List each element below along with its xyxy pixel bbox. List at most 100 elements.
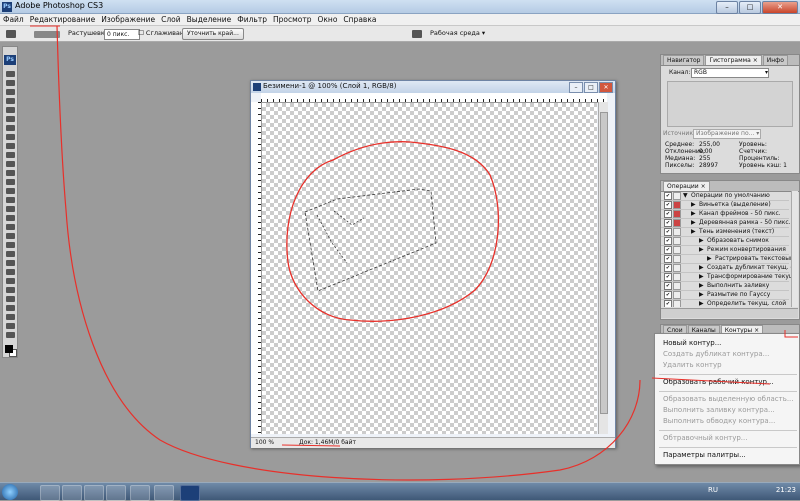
zoom-field[interactable]: 100 % [255,439,274,446]
histogram-panel-tabs[interactable]: Навигатор Гистограмма × Инфо [661,55,799,66]
dialog-toggle-icon[interactable] [673,264,681,272]
dialog-toggle-icon[interactable] [673,291,681,299]
expand-triangle-icon[interactable]: ▶ [691,209,696,218]
action-enabled-checkbox[interactable]: ✔ [664,300,672,307]
tool-icon[interactable] [6,161,15,167]
canvas[interactable] [262,103,597,434]
tool-icon[interactable] [6,287,15,293]
tool-icon[interactable] [6,206,15,212]
channel-select[interactable]: RGB ▾ [691,68,769,78]
expand-triangle-icon[interactable]: ▼ [683,191,688,200]
tool-icon[interactable] [6,251,15,257]
action-enabled-checkbox[interactable]: ✔ [664,201,672,209]
lasso-tool-preset-icon[interactable] [6,30,16,38]
tool-icon[interactable] [6,98,15,104]
menu-item-7[interactable]: Просмотр [270,15,315,24]
tool-icon[interactable] [6,143,15,149]
app-taskbar-icon[interactable] [106,485,126,501]
selection-mode-icons[interactable] [34,31,60,38]
tool-icon[interactable] [6,314,15,320]
dialog-toggle-icon[interactable] [673,300,681,307]
action-row[interactable]: ✔ ▶ Определить текущ. слой [661,299,789,307]
tool-icon[interactable] [6,125,15,131]
tool-icon[interactable] [6,89,15,95]
dialog-toggle-icon[interactable] [673,273,681,281]
dialog-toggle-icon[interactable] [673,282,681,290]
dialog-toggle-icon[interactable] [673,192,681,200]
vertical-scrollbar[interactable] [598,102,608,434]
expand-triangle-icon[interactable]: ▶ [699,236,704,245]
tool-icon[interactable] [6,134,15,140]
dialog-toggle-icon[interactable] [673,219,681,227]
tool-icon[interactable] [6,269,15,275]
media-taskbar-icon[interactable] [84,485,104,501]
feather-input[interactable]: 0 пикс. [104,29,140,40]
tool-icon[interactable] [6,332,15,338]
tool-icon[interactable] [6,80,15,86]
action-enabled-checkbox[interactable]: ✔ [664,237,672,245]
tool-icon[interactable] [6,170,15,176]
tab-operations[interactable]: Операции × [663,181,710,191]
dialog-toggle-icon[interactable] [673,210,681,218]
browser-taskbar-icon[interactable] [154,485,174,501]
dialog-toggle-icon[interactable] [673,201,681,209]
source-select[interactable]: Изображение по... ▾ [693,129,761,139]
expand-triangle-icon[interactable]: ▶ [691,218,696,227]
menu-item-9[interactable]: Справка [340,15,379,24]
dialog-toggle-icon[interactable] [673,228,681,236]
tool-icon[interactable] [6,107,15,113]
minimize-button[interactable]: – [716,1,738,14]
dialog-toggle-icon[interactable] [673,237,681,245]
tool-icon[interactable] [6,305,15,311]
action-enabled-checkbox[interactable]: ✔ [664,246,672,254]
context-menu-item[interactable]: Параметры палитры... [663,451,746,459]
close-button[interactable]: ✕ [762,1,798,14]
foreground-color-swatch[interactable] [5,345,13,353]
folder-taskbar-icon[interactable] [62,485,82,501]
tab-histogram-0[interactable]: Навигатор [663,55,705,65]
action-enabled-checkbox[interactable]: ✔ [664,210,672,218]
menu-item-4[interactable]: Слой [158,15,184,24]
context-menu-item[interactable]: Образовать рабочий контур... [663,378,774,386]
doc-maximize-button[interactable]: □ [584,82,598,93]
action-enabled-checkbox[interactable]: ✔ [664,264,672,272]
scroll-thumb[interactable] [600,112,608,414]
doc-minimize-button[interactable]: – [569,82,583,93]
action-enabled-checkbox[interactable]: ✔ [664,282,672,290]
photoshop-taskbar-icon[interactable] [180,485,200,501]
expand-triangle-icon[interactable]: ▶ [699,245,704,254]
firefox-taskbar-icon[interactable] [130,485,150,501]
expand-triangle-icon[interactable]: ▶ [699,290,704,299]
menu-item-8[interactable]: Окно [314,15,340,24]
action-enabled-checkbox[interactable]: ✔ [664,273,672,281]
action-enabled-checkbox[interactable]: ✔ [664,192,672,200]
dialog-toggle-icon[interactable] [673,255,681,263]
expand-triangle-icon[interactable]: ▶ [707,254,712,263]
tool-icon[interactable] [6,152,15,158]
tab-histogram-2[interactable]: Инфо [762,55,788,65]
tool-icon[interactable] [6,242,15,248]
tool-icon[interactable] [6,116,15,122]
tool-icon[interactable] [6,215,15,221]
doc-close-button[interactable]: ✕ [599,82,613,93]
tool-icon[interactable] [6,197,15,203]
menu-item-6[interactable]: Фильтр [234,15,270,24]
action-enabled-checkbox[interactable]: ✔ [664,219,672,227]
expand-triangle-icon[interactable]: ▶ [691,227,696,236]
action-enabled-checkbox[interactable]: ✔ [664,291,672,299]
start-button[interactable] [2,484,18,500]
tool-icon[interactable] [6,323,15,329]
ie-taskbar-icon[interactable] [40,485,60,501]
menu-item-5[interactable]: Выделение [184,15,235,24]
tool-icon[interactable] [6,71,15,77]
menu-item-3[interactable]: Изображение [98,15,158,24]
action-enabled-checkbox[interactable]: ✔ [664,228,672,236]
context-menu-item[interactable]: Новый контур... [663,339,721,347]
clock[interactable]: 21:23 [776,486,796,494]
actions-scrollbar[interactable] [791,191,798,307]
expand-triangle-icon[interactable]: ▶ [699,281,704,290]
tool-icon[interactable] [6,260,15,266]
expand-triangle-icon[interactable]: ▶ [699,272,704,281]
tool-icon[interactable] [6,179,15,185]
dialog-toggle-icon[interactable] [673,246,681,254]
